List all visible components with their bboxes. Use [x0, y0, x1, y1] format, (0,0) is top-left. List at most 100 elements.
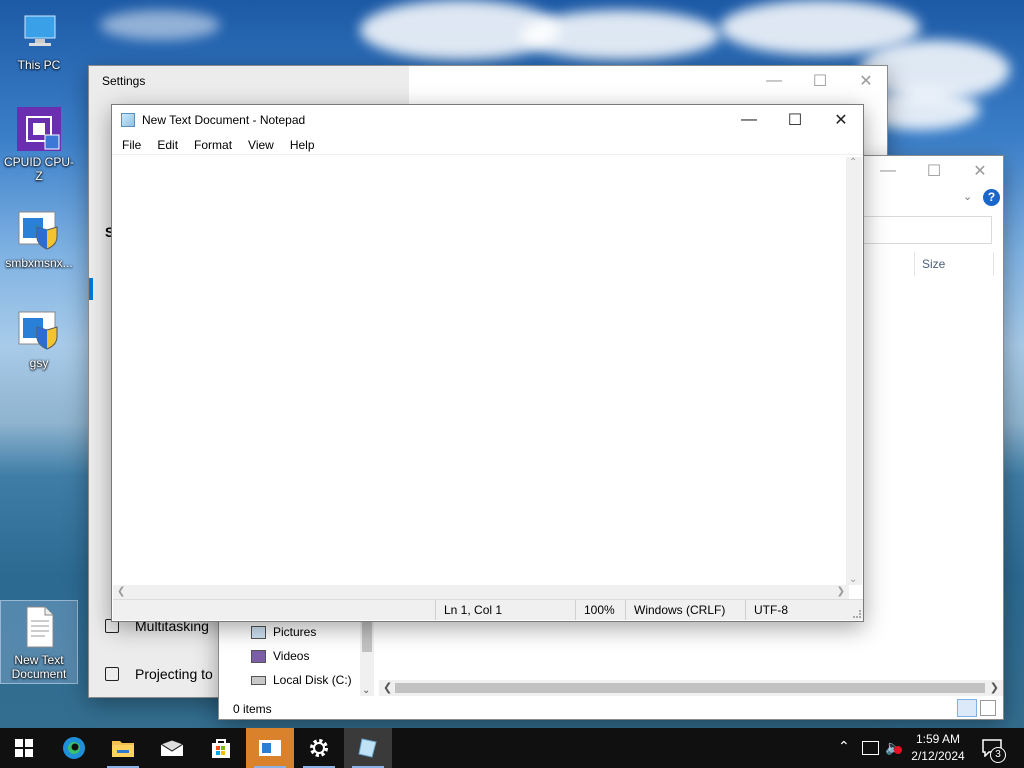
- explorer-maximize-button[interactable]: ☐: [911, 156, 957, 186]
- scroll-down-icon[interactable]: ⌄: [362, 685, 370, 696]
- help-icon[interactable]: ?: [983, 189, 1000, 206]
- taskbar-notepad[interactable]: [344, 728, 392, 768]
- taskbar-installer-app[interactable]: [246, 728, 294, 768]
- content-hscrollbar[interactable]: ❮ ❯: [379, 680, 1003, 696]
- nav-item-label: Pictures: [273, 625, 317, 639]
- sidebar-item-projecting[interactable]: Projecting to: [105, 666, 213, 682]
- text-file-icon: [15, 603, 63, 651]
- notepad-app-icon: [121, 113, 135, 127]
- taskbar-edge[interactable]: [50, 728, 98, 768]
- nav-pane-scroll-thumb[interactable]: [362, 622, 372, 652]
- scroll-down-icon[interactable]: ⌄: [849, 574, 857, 585]
- desktop-icon-label: This PC: [17, 58, 61, 72]
- sidebar-item-label: Projecting to: [135, 666, 213, 682]
- scroll-right-icon[interactable]: ❯: [990, 681, 999, 694]
- notepad-vertical-scrollbar[interactable]: ⌃ ⌄: [846, 157, 862, 585]
- details-view-icon[interactable]: [957, 699, 977, 717]
- projecting-icon: [105, 667, 119, 681]
- nav-item-local-disk[interactable]: Local Disk (C:): [251, 673, 352, 687]
- gear-icon: [310, 739, 328, 757]
- desktop-icon-cpuz[interactable]: CPUID CPU-Z: [1, 105, 77, 183]
- status-line-ending: Windows (CRLF): [625, 600, 745, 620]
- notification-count-badge: 3: [990, 747, 1006, 763]
- nav-item-pictures[interactable]: Pictures: [251, 625, 316, 639]
- scroll-right-icon[interactable]: ❯: [837, 586, 845, 597]
- nav-pane-scrollbar[interactable]: ⌄: [360, 620, 374, 696]
- menu-help[interactable]: Help: [282, 135, 323, 155]
- windows-logo-icon: [15, 739, 33, 757]
- status-cursor-position: Ln 1, Col 1: [435, 600, 575, 620]
- scroll-left-icon[interactable]: ❮: [117, 586, 125, 597]
- notepad-text-area[interactable]: [113, 157, 849, 585]
- desktop-icon-this-pc[interactable]: This PC: [1, 8, 77, 72]
- taskbar: ⌃ 🔈 1:59 AM 2/12/2024 3: [0, 728, 1024, 768]
- clock-time: 1:59 AM: [915, 732, 961, 746]
- notepad-maximize-button[interactable]: ☐: [772, 105, 818, 135]
- taskbar-mail[interactable]: [148, 728, 196, 768]
- action-center-button[interactable]: 3: [976, 728, 1024, 768]
- content-scroll-thumb[interactable]: [395, 683, 985, 693]
- desktop-icon-new-text-document[interactable]: New Text Document: [0, 600, 78, 684]
- status-item-count: 0 items: [233, 702, 272, 716]
- folder-icon: [112, 741, 134, 757]
- column-header-label: Size: [922, 257, 946, 271]
- network-icon[interactable]: [862, 741, 879, 755]
- ribbon-expand-icon[interactable]: ⌄: [963, 190, 972, 203]
- taskbar-store[interactable]: [197, 728, 245, 768]
- desktop-icon-label: smbxmsnx...: [5, 256, 73, 270]
- edge-icon: [63, 737, 85, 759]
- notepad-title: New Text Document - Notepad: [142, 113, 306, 127]
- settings-minimize-button[interactable]: —: [751, 66, 797, 96]
- desktop-icon-label: gsy: [29, 356, 49, 370]
- settings-maximize-button[interactable]: ☐: [797, 66, 843, 96]
- status-encoding: UTF-8: [745, 600, 845, 620]
- status-zoom: 100%: [575, 600, 625, 620]
- installer-app-icon: [259, 740, 281, 756]
- installer-shield-icon: [15, 306, 63, 354]
- cpuz-icon: [15, 105, 63, 153]
- store-icon: [212, 739, 230, 758]
- mute-badge-icon: [894, 746, 902, 754]
- desktop-icon-label: CPUID CPU-Z: [3, 155, 74, 183]
- desktop-icon-gsy[interactable]: gsy: [1, 306, 77, 370]
- notepad-icon: [358, 738, 377, 758]
- settings-selected-indicator: [89, 278, 93, 300]
- installer-shield-icon: [15, 206, 63, 254]
- settings-close-button[interactable]: ✕: [843, 66, 889, 96]
- mail-icon: [160, 739, 184, 756]
- desktop-icon-label: New Text Document: [11, 653, 67, 681]
- menu-edit[interactable]: Edit: [149, 135, 186, 155]
- column-header-size[interactable]: Size: [914, 252, 994, 276]
- notepad-close-button[interactable]: ✕: [818, 105, 864, 135]
- search-box[interactable]: [859, 216, 992, 244]
- settings-title: Settings: [102, 74, 146, 88]
- scroll-left-icon[interactable]: ❮: [383, 681, 392, 694]
- videos-icon: [251, 649, 266, 663]
- notepad-statusbar: Ln 1, Col 1 100% Windows (CRLF) UTF-8: [113, 599, 863, 620]
- drive-icon: [251, 675, 266, 685]
- computer-icon: [15, 8, 63, 56]
- taskbar-file-explorer[interactable]: [99, 728, 147, 768]
- notepad-minimize-button[interactable]: —: [726, 105, 772, 135]
- menu-format[interactable]: Format: [186, 135, 240, 155]
- menu-view[interactable]: View: [240, 135, 282, 155]
- explorer-close-button[interactable]: ✕: [957, 156, 1003, 186]
- notepad-titlebar[interactable]: New Text Document - Notepad — ☐ ✕: [112, 105, 863, 135]
- nav-item-label: Local Disk (C:): [273, 673, 352, 687]
- settings-titlebar[interactable]: Settings: [89, 66, 409, 96]
- explorer-minimize-button[interactable]: —: [865, 156, 911, 186]
- notepad-menubar: File Edit Format View Help: [112, 135, 863, 155]
- notepad-window[interactable]: New Text Document - Notepad — ☐ ✕ File E…: [111, 104, 864, 622]
- menu-file[interactable]: File: [114, 135, 149, 155]
- large-icons-view-icon[interactable]: [980, 700, 996, 716]
- start-button[interactable]: [0, 728, 48, 768]
- pictures-icon: [251, 625, 266, 639]
- nav-item-videos[interactable]: Videos: [251, 649, 309, 663]
- desktop-icon-smbxmsnx[interactable]: smbxmsnx...: [1, 206, 77, 270]
- scroll-up-icon[interactable]: ⌃: [849, 157, 857, 168]
- volume-muted-icon[interactable]: 🔈: [885, 739, 902, 756]
- resize-grip-icon[interactable]: [853, 610, 861, 618]
- show-hidden-icons-icon[interactable]: ⌃: [838, 738, 850, 755]
- taskbar-settings[interactable]: [295, 728, 343, 768]
- clock[interactable]: 1:59 AM 2/12/2024: [906, 732, 970, 763]
